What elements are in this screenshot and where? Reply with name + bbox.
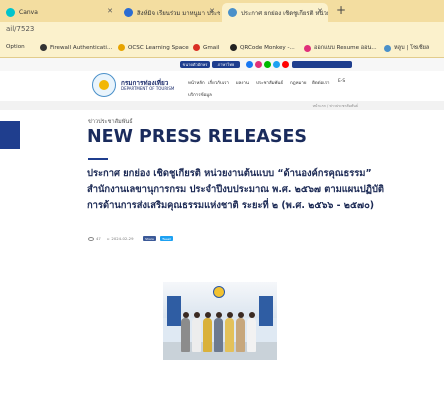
- nav-eservice[interactable]: E-S: [338, 79, 345, 84]
- facebook-share-button[interactable]: Share: [143, 236, 156, 241]
- web-page: ขนาดตัวอักษร ภาษาไทย กรมการท่องเที่ยว DE…: [0, 58, 444, 412]
- nav-news[interactable]: ประชาสัมพันธ์: [256, 79, 283, 86]
- bookmark-label: QRCode Monkey -...: [240, 44, 295, 51]
- bookmark-item[interactable]: ออกแบบ Resume ออน...: [304, 44, 377, 52]
- font-size-button[interactable]: ขนาดตัวอักษร: [180, 61, 210, 68]
- browser-tab[interactable]: Canva ✕: [0, 3, 118, 22]
- search-box[interactable]: [292, 61, 352, 68]
- photo-banner: [259, 296, 273, 326]
- line-icon[interactable]: [264, 61, 271, 68]
- photo-banner: [167, 296, 181, 326]
- gmail-icon: [193, 44, 200, 51]
- title-underline: [88, 158, 108, 160]
- site-header: กรมการท่องเที่ยว DEPARTMENT OF TOURISM ห…: [0, 71, 444, 101]
- publish-date: 2024-02-29: [111, 236, 134, 241]
- close-tab-icon[interactable]: ✕: [317, 7, 323, 15]
- nav-services[interactable]: บริการข้อมูล: [188, 91, 212, 98]
- bookmark-item[interactable]: OCSC Learning Space: [118, 44, 189, 51]
- photo-person: [247, 312, 256, 352]
- qrcode-icon: [230, 44, 237, 51]
- view-count: 47: [96, 236, 101, 241]
- nav-about[interactable]: เกี่ยวกับเรา: [208, 79, 229, 86]
- close-tab-icon[interactable]: ✕: [107, 7, 113, 15]
- photo-emblem-icon: [213, 286, 225, 298]
- language-button[interactable]: ภาษาไทย: [212, 61, 240, 68]
- instagram-icon[interactable]: [255, 61, 262, 68]
- breadcrumb-bar: หน้าแรก / ข่าวประชาสัมพันธ์: [0, 101, 444, 110]
- photo-person: [236, 312, 245, 352]
- site-icon: [124, 8, 133, 17]
- photo-person: [181, 312, 190, 352]
- article-category: ข่าวประชาสัมพันธ์: [88, 119, 133, 125]
- nav-works[interactable]: ผลงาน: [236, 79, 249, 86]
- close-tab-icon[interactable]: ✕: [209, 7, 215, 15]
- tab-label: ประกาศ ยกย่อง เชิดชูเกียรติ หน่วยงาน: [241, 9, 328, 17]
- new-tab-button[interactable]: +: [336, 3, 346, 17]
- photo-person: [192, 312, 201, 352]
- dot-logo[interactable]: [92, 73, 116, 97]
- nav-contact[interactable]: ติดต่อเรา: [312, 79, 330, 86]
- breadcrumb[interactable]: หน้าแรก / ข่าวประชาสัมพันธ์: [313, 103, 358, 109]
- site-utility-bar: ขนาดตัวอักษร ภาษาไทย: [0, 58, 444, 71]
- nav-home[interactable]: หน้าหลัก: [188, 79, 205, 86]
- bookmark-label: OCSC Learning Space: [128, 44, 189, 51]
- calendar-icon: ▫: [106, 236, 110, 241]
- address-bar[interactable]: ail/7523: [0, 22, 444, 40]
- logo-emblem-icon: [99, 80, 109, 90]
- side-accent-bar: [0, 121, 20, 149]
- photo-person: [203, 312, 212, 352]
- article-photo[interactable]: [163, 282, 277, 360]
- bookmark-item[interactable]: QRCode Monkey -...: [230, 44, 295, 51]
- url-text[interactable]: ail/7523: [6, 25, 34, 33]
- bookmark-icon: [40, 44, 47, 51]
- article-headline: ประกาศ ยกย่อง เชิดชูเกียรติ หน่วยงานต้นแ…: [87, 168, 384, 211]
- youtube-icon[interactable]: [282, 61, 289, 68]
- page-title: NEW PRESS RELEASES: [87, 127, 308, 147]
- bookmark-item[interactable]: Option: [6, 44, 25, 50]
- article-meta: 47 ▫ 2024-02-29: [88, 236, 134, 241]
- bookmark-icon: [118, 44, 125, 51]
- browser-tab[interactable]: สิงห์มิจ เรียนร่วม มาหนูมา ประชากนิ.. ✕: [118, 3, 220, 22]
- tab-label: Canva: [19, 9, 38, 16]
- facebook-icon[interactable]: [246, 61, 253, 68]
- tab-label: สิงห์มิจ เรียนร่วม มาหนูมา ประชากนิ..: [137, 9, 220, 17]
- bookmark-label: Gmail: [203, 44, 220, 51]
- bookmark-label: Option: [6, 44, 25, 50]
- bookmarks-bar: Option Firewall Authenticati... OCSC Lea…: [0, 40, 444, 58]
- photo-person: [225, 312, 234, 352]
- bookmark-label: ออกแบบ Resume ออน...: [314, 45, 377, 51]
- browser-tab-active[interactable]: ประกาศ ยกย่อง เชิดชูเกียรติ หน่วยงาน ✕: [222, 3, 328, 22]
- twitter-icon[interactable]: [273, 61, 280, 68]
- bookmark-item[interactable]: หลูบ | โซเชียล: [384, 44, 429, 52]
- twitter-share-button[interactable]: Tweet: [160, 236, 173, 241]
- nav-law[interactable]: กฎหมาย: [290, 79, 306, 86]
- bookmark-icon: [384, 44, 391, 52]
- photo-person: [214, 312, 223, 352]
- bookmark-item[interactable]: Firewall Authenticati...: [40, 44, 112, 51]
- canva-icon: [6, 8, 15, 17]
- logo-subtitle: DEPARTMENT OF TOURISM: [121, 86, 175, 91]
- site-icon: [228, 8, 237, 17]
- eye-icon: [88, 236, 94, 241]
- bookmark-label: Firewall Authenticati...: [50, 44, 113, 51]
- star-icon: [304, 44, 311, 52]
- bookmark-label: หลูบ | โซเชียล: [394, 45, 430, 51]
- bookmark-item[interactable]: Gmail: [193, 44, 219, 51]
